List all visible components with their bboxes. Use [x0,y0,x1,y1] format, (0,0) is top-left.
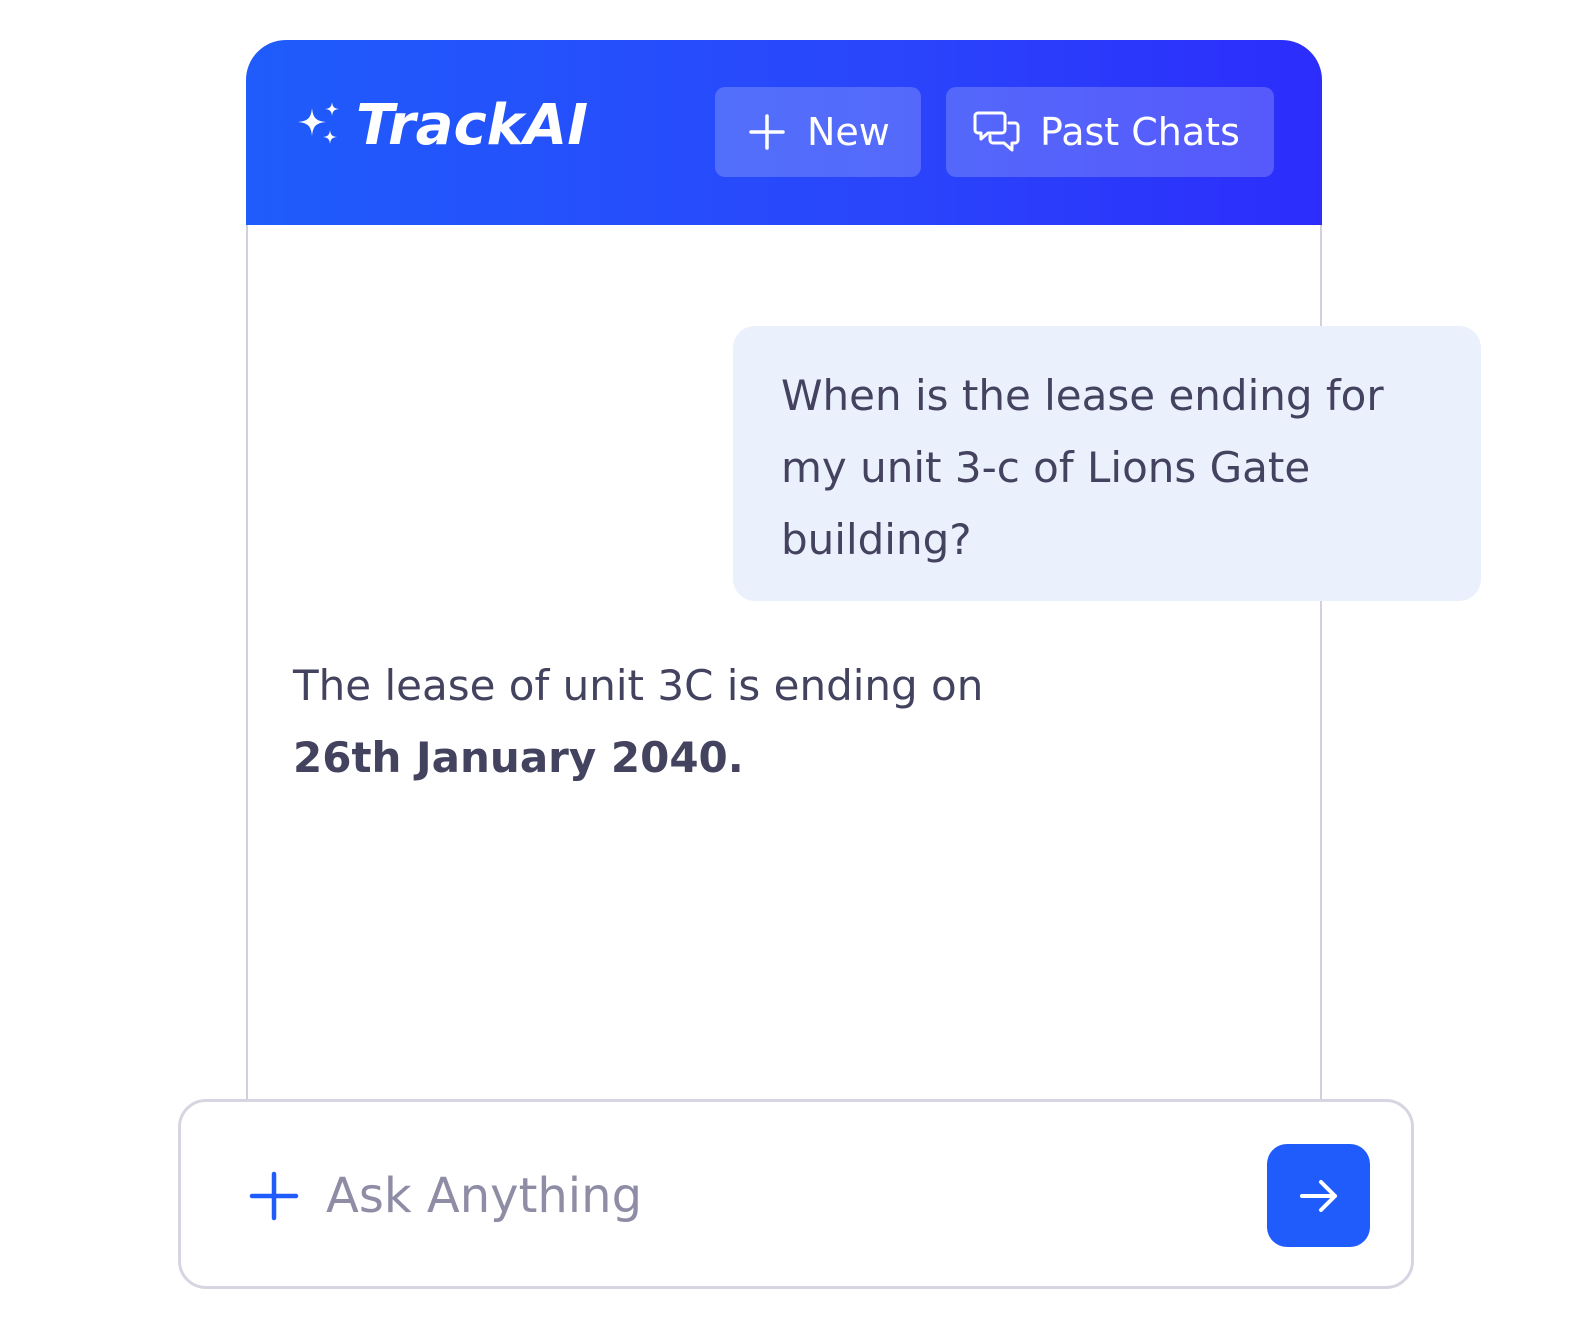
user-message-text: When is the lease ending for my unit 3-c… [781,371,1384,564]
new-chat-label: New [807,110,890,154]
ask-input[interactable] [326,1160,1226,1232]
brand: TrackAI [294,98,588,154]
assistant-message-text: The lease of unit 3C is ending on [293,661,984,710]
send-button[interactable] [1267,1144,1370,1247]
message-composer [178,1099,1414,1289]
assistant-message-date: 26th January 2040. [293,733,744,782]
user-message: When is the lease ending for my unit 3-c… [733,326,1481,601]
plus-icon [249,1171,299,1221]
new-chat-button[interactable]: New [715,87,921,177]
assistant-message: The lease of unit 3C is ending on 26th J… [293,650,1113,794]
plus-icon [749,114,785,150]
past-chats-button[interactable]: Past Chats [946,87,1274,177]
chat-bubbles-icon [973,111,1020,152]
chat-header: TrackAI New Past Chats [246,40,1322,225]
sparkles-icon [298,102,339,144]
past-chats-label: Past Chats [1040,110,1240,154]
arrow-right-icon [1299,1179,1337,1212]
brand-name: TrackAI [356,93,589,158]
attach-button[interactable] [249,1171,299,1221]
